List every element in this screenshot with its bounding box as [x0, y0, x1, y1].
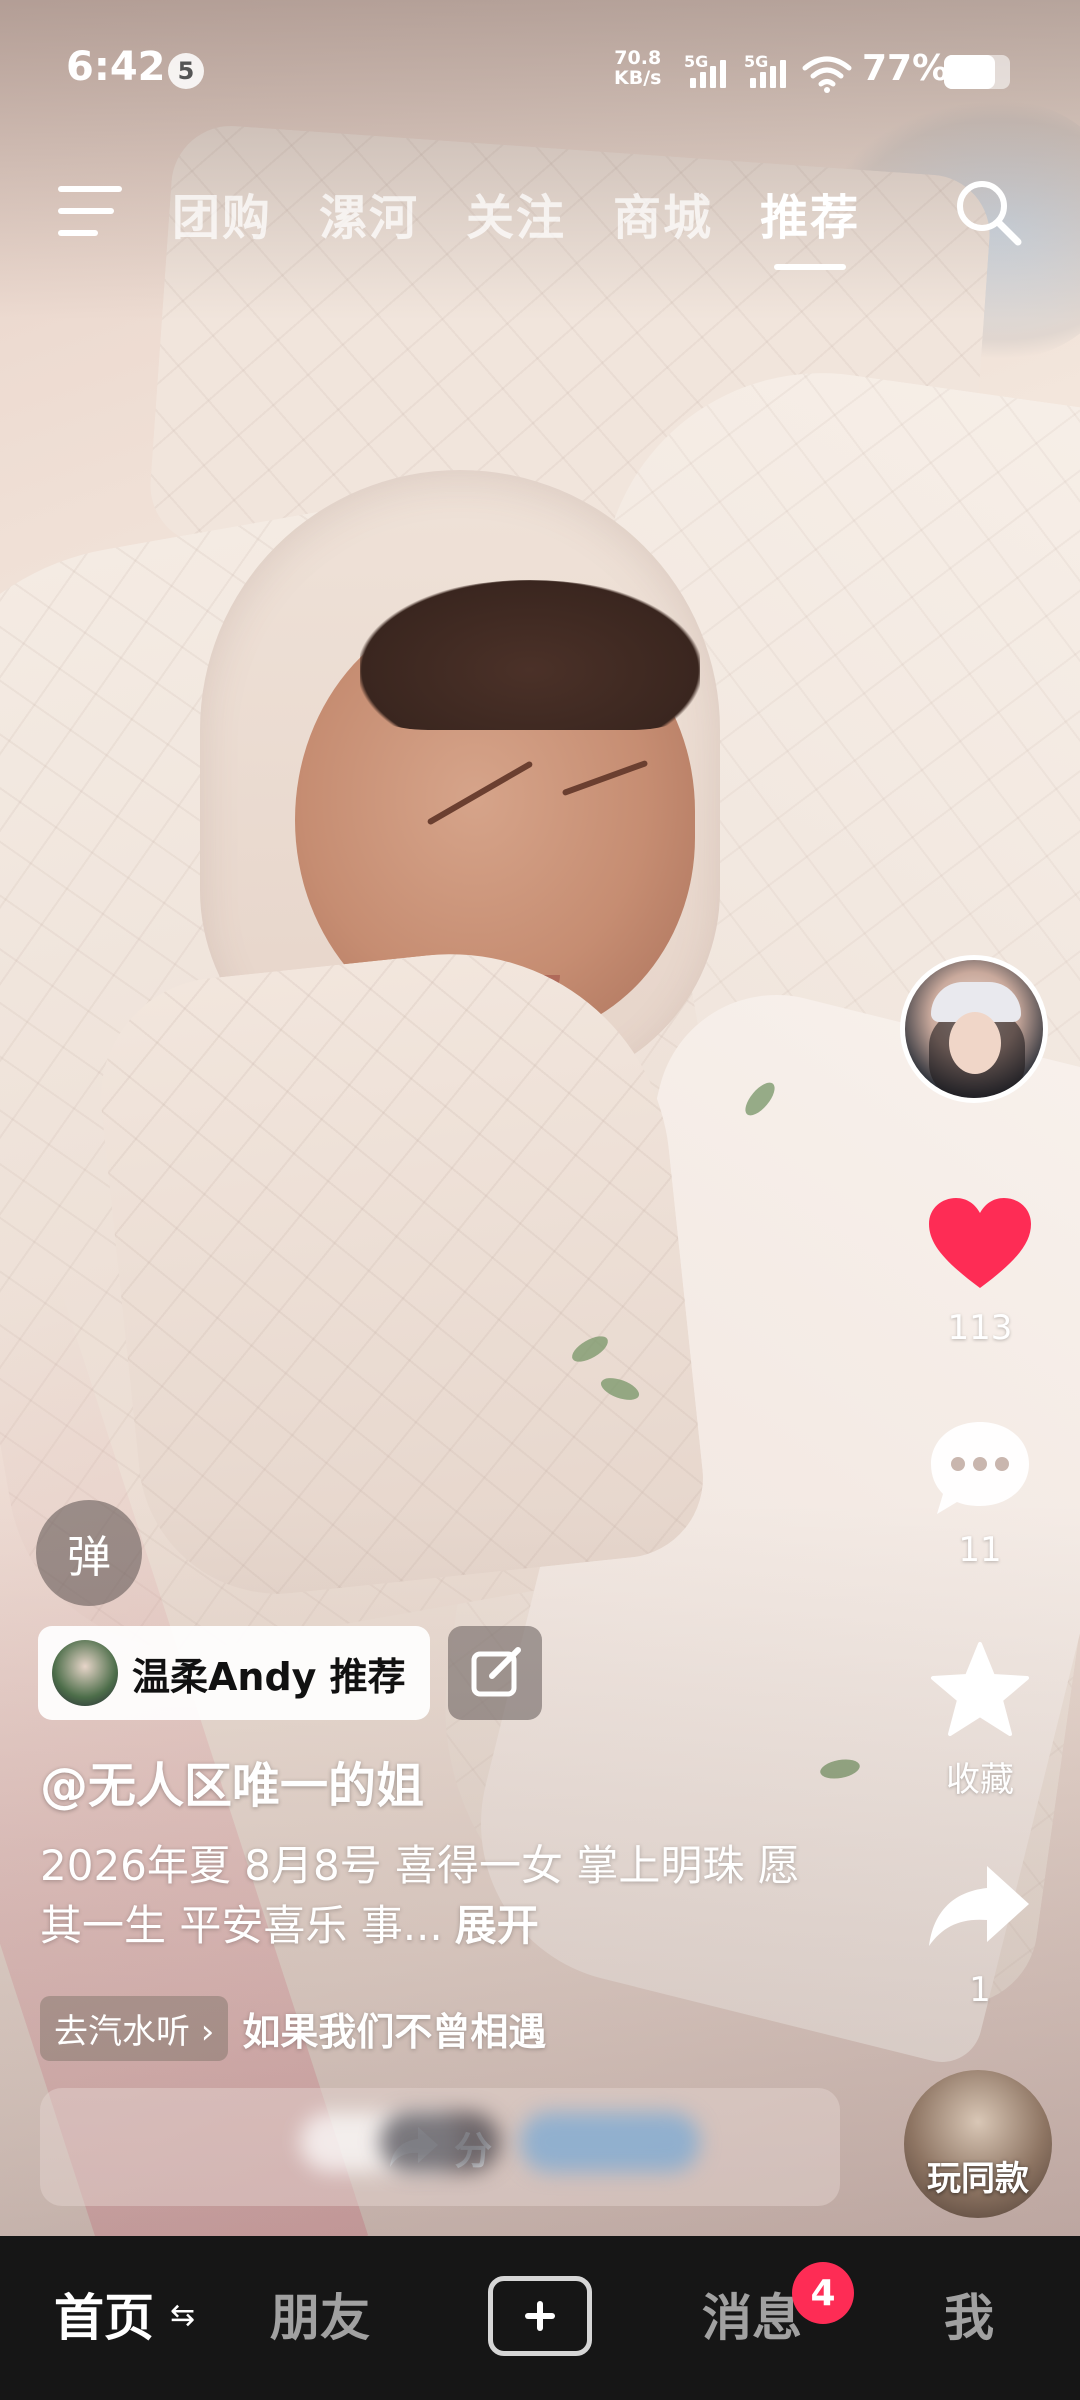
avatar-face: [949, 1012, 1001, 1074]
recommender-avatar: [52, 1640, 118, 1706]
tab-2[interactable]: 关注: [466, 178, 566, 248]
create-post-button[interactable]: [488, 2276, 592, 2356]
network-speed-value: 70.8: [614, 47, 662, 69]
tab-3[interactable]: 商城: [613, 178, 713, 248]
share-count: 1: [969, 1970, 991, 2010]
signal-icon: [750, 60, 786, 88]
heart-icon[interactable]: [925, 1196, 1035, 1296]
use-same-template-button[interactable]: 玩同款: [904, 2070, 1052, 2218]
expand-caption-button[interactable]: 展开: [455, 1901, 539, 1950]
nav-friends[interactable]: 朋友: [270, 2278, 370, 2350]
top-tabs: 团购 漯河 关注 商城 推荐: [172, 178, 860, 270]
nav-me[interactable]: 我: [944, 2278, 994, 2350]
music-title[interactable]: 如果我们不曾相遇: [242, 2001, 546, 2056]
music-row: 去汽水听 › 如果我们不曾相遇: [40, 1996, 546, 2061]
sticker-blur: [520, 2112, 700, 2172]
notification-count-badge: 5: [168, 53, 204, 89]
danmaku-label: 弹: [67, 1532, 111, 1583]
listen-in-qishui-button[interactable]: 去汽水听 ›: [40, 1996, 229, 2061]
tab-0[interactable]: 团购: [172, 178, 272, 248]
caption-text: 2026年夏 8月8号 喜得一女 掌上明珠 愿其一生 平安喜乐 事...: [40, 1841, 800, 1950]
like-count: 113: [947, 1308, 1013, 1348]
nav-messages[interactable]: 消息: [702, 2278, 802, 2350]
use-same-label: 玩同款: [927, 2159, 1029, 2199]
comment-count: 11: [958, 1530, 1002, 1570]
share-icon[interactable]: [925, 1860, 1035, 1960]
network-speed-unit: KB/s: [614, 67, 662, 89]
sticker-blur: [380, 2112, 500, 2172]
network-speed: 70.8 KB/s: [614, 48, 661, 88]
battery-icon: [944, 55, 1010, 89]
status-bar: 6:42 5 70.8 KB/s 5G 5G 77%: [0, 0, 1080, 140]
messages-badge: 4: [792, 2262, 854, 2324]
comment-icon[interactable]: [925, 1418, 1035, 1518]
favorite-label: 收藏: [946, 1760, 1014, 1800]
tab-4[interactable]: 推荐: [760, 178, 860, 270]
video-caption: 2026年夏 8月8号 喜得一女 掌上明珠 愿其一生 平安喜乐 事... 展开: [40, 1836, 800, 1956]
battery-fill: [944, 55, 995, 89]
battery-percent: 77%: [862, 48, 949, 89]
signal-icon: [690, 60, 726, 88]
menu-icon[interactable]: [58, 186, 124, 238]
star-icon[interactable]: [925, 1640, 1035, 1740]
edit-icon[interactable]: [448, 1626, 542, 1720]
tab-1[interactable]: 漯河: [319, 178, 419, 248]
baby-hair: [360, 580, 700, 730]
danmaku-toggle-button[interactable]: 弹: [36, 1500, 142, 1606]
recommend-chip[interactable]: 温柔Andy 推荐: [38, 1626, 430, 1720]
wifi-icon: [802, 56, 852, 93]
refresh-icon[interactable]: ⇆: [170, 2298, 195, 2333]
creator-avatar[interactable]: [900, 955, 1048, 1103]
clock: 6:42: [66, 44, 166, 90]
author-name[interactable]: @无人区唯一的姐: [40, 1746, 424, 1816]
recommend-text: 温柔Andy 推荐: [132, 1654, 406, 1699]
nav-home[interactable]: 首页: [54, 2278, 154, 2350]
search-icon[interactable]: [952, 176, 1024, 248]
